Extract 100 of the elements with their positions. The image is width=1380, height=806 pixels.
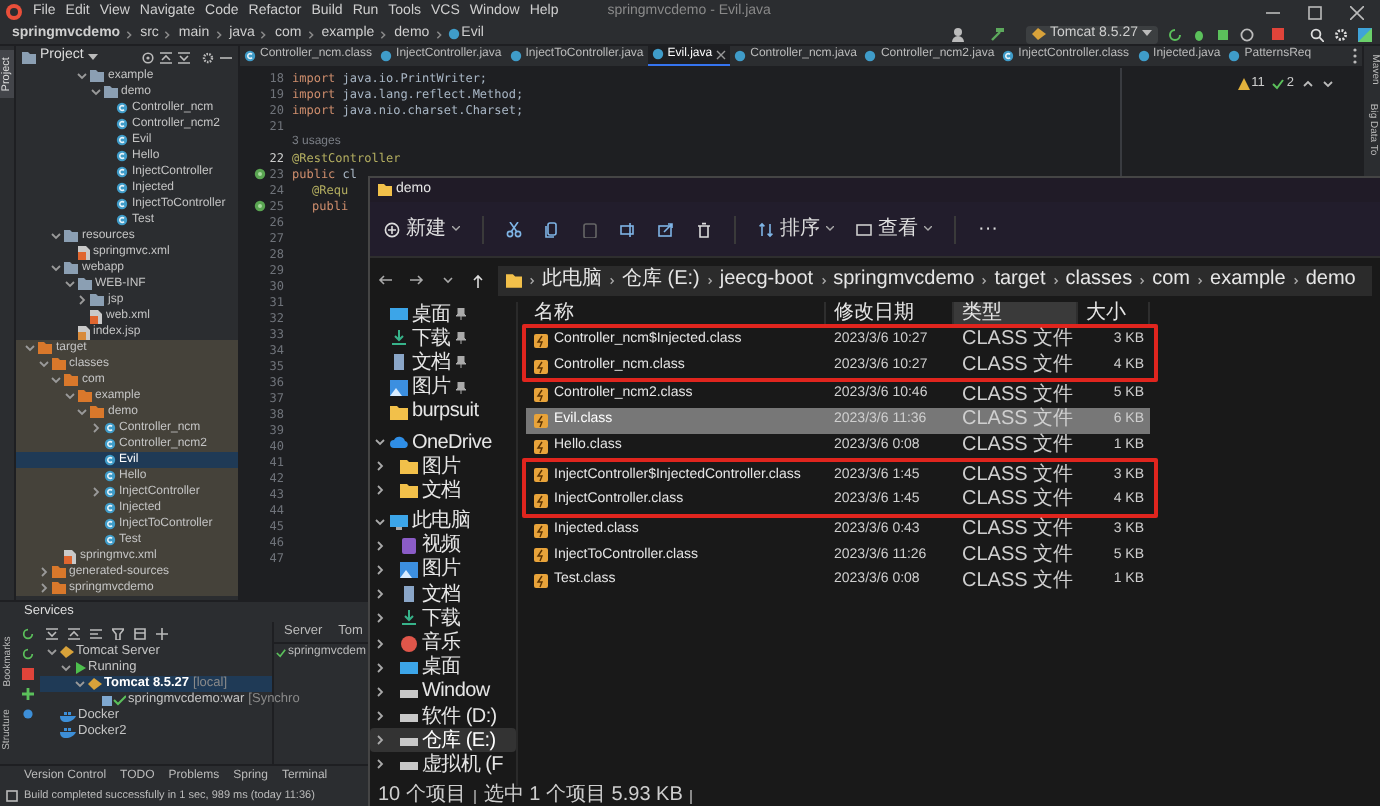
chevron-right-icon[interactable] — [374, 758, 386, 771]
path-segment[interactable]: 仓库 (E:) — [622, 268, 700, 292]
nav-item[interactable]: 图片 — [422, 558, 461, 581]
chevron-right-icon[interactable] — [89, 486, 101, 498]
bean-icon[interactable] — [253, 168, 266, 180]
user-icon[interactable] — [952, 27, 969, 41]
nav-item[interactable]: 下载 — [422, 607, 461, 630]
nav-item[interactable]: Window — [422, 680, 490, 703]
rerun-icon[interactable] — [1168, 27, 1182, 41]
chevron-down-icon[interactable] — [374, 515, 386, 528]
close-icon[interactable] — [1350, 5, 1364, 19]
column-header[interactable]: 名称 — [526, 302, 826, 324]
expand-all-icon[interactable] — [46, 627, 58, 639]
maximize-icon[interactable] — [1308, 5, 1322, 19]
hammer-icon[interactable] — [990, 27, 1005, 41]
nav-item[interactable]: 图片 — [422, 455, 461, 478]
path-segment[interactable]: target — [994, 268, 1046, 292]
nav-item[interactable]: 音乐 — [422, 632, 461, 655]
nav-item[interactable]: 桌面 — [422, 656, 461, 679]
chevron-right-icon[interactable] — [76, 294, 88, 306]
collapse-all-icon[interactable] — [160, 51, 172, 63]
collapse-all-icon[interactable] — [68, 627, 80, 639]
address-bar[interactable]: 此电脑 仓库 (E:) jeecg-boot springmvcdemo target classes com example demo — [498, 265, 1372, 295]
path-segment[interactable]: jeecg-boot — [719, 268, 814, 292]
layout-icon[interactable] — [6, 790, 18, 802]
nav-item[interactable]: 仓库 (E:) — [422, 729, 496, 752]
nav-item[interactable]: 虚拟机 (F — [422, 753, 503, 776]
update-icon[interactable] — [22, 648, 34, 660]
chevron-down-icon[interactable] — [76, 70, 88, 82]
group-icon[interactable] — [90, 627, 102, 639]
more-button[interactable]: ··· — [978, 219, 998, 239]
nav-item[interactable]: 视频 — [422, 534, 461, 557]
search-icon[interactable] — [1310, 27, 1324, 41]
nav-item[interactable]: 此电脑 — [412, 510, 471, 533]
up-icon[interactable] — [472, 273, 484, 287]
chevron-right-icon[interactable] — [374, 661, 386, 674]
chevron-up-icon[interactable] — [1302, 77, 1314, 90]
more-icon[interactable] — [1352, 48, 1358, 64]
chevron-down-icon[interactable] — [374, 436, 386, 449]
chevron-down-icon[interactable] — [50, 262, 62, 274]
chevron-right-icon[interactable] — [374, 710, 386, 723]
plugin-logo-icon[interactable] — [1358, 27, 1372, 41]
chevron-down-icon[interactable] — [60, 662, 72, 674]
chevron-down-icon[interactable] — [50, 230, 62, 242]
back-icon[interactable] — [378, 274, 392, 286]
chevron-right-icon[interactable] — [374, 612, 386, 625]
chevron-right-icon[interactable] — [374, 685, 386, 698]
bean-icon[interactable] — [253, 200, 266, 212]
close-icon[interactable] — [716, 49, 727, 59]
path-segment[interactable]: demo — [1305, 268, 1356, 292]
paste-icon[interactable] — [582, 221, 598, 237]
share-icon[interactable] — [658, 221, 674, 237]
chevron-down-icon[interactable] — [37, 358, 49, 370]
rename-icon[interactable] — [620, 221, 636, 237]
toolbar-button[interactable]: 排序 — [758, 217, 834, 241]
nav-item[interactable]: 文档 — [422, 479, 461, 502]
chevron-right-icon[interactable] — [374, 637, 386, 650]
chevron-right-icon[interactable] — [374, 539, 386, 552]
path-segment[interactable]: 此电脑 — [542, 268, 602, 292]
chevron-right-icon[interactable] — [374, 460, 386, 473]
nav-item[interactable]: OneDrive — [412, 431, 492, 454]
chevron-down-icon[interactable] — [24, 342, 36, 354]
chevron-right-icon[interactable] — [37, 582, 49, 594]
copy-icon[interactable] — [544, 221, 560, 237]
toolbar-button[interactable]: 查看 — [856, 217, 932, 241]
chevron-right-icon[interactable] — [89, 422, 101, 434]
path-segment[interactable]: springmvcdemo — [833, 268, 975, 292]
column-header[interactable]: 类型 — [954, 302, 1078, 324]
forward-icon[interactable] — [410, 274, 424, 286]
nav-item[interactable]: burpsuit — [412, 400, 479, 423]
path-segment[interactable]: classes — [1065, 268, 1133, 292]
chevron-right-icon[interactable] — [374, 484, 386, 497]
cut-icon[interactable] — [506, 221, 522, 237]
nav-item[interactable]: 下载 — [412, 327, 451, 350]
chevron-down-icon[interactable] — [50, 374, 62, 386]
nav-item[interactable]: 图片 — [412, 376, 451, 399]
chevron-down-icon[interactable] — [46, 646, 58, 658]
path-segment[interactable]: com — [1152, 268, 1191, 292]
toolbar-button[interactable]: 新建 — [384, 217, 460, 241]
nav-item[interactable]: 软件 (D:) — [422, 705, 497, 728]
chevron-down-icon[interactable] — [89, 86, 101, 98]
chevron-right-icon[interactable] — [374, 563, 386, 576]
delete-icon[interactable] — [696, 221, 712, 237]
chevron-down-icon[interactable] — [74, 678, 86, 690]
deploy-icon[interactable] — [22, 688, 34, 700]
nav-item[interactable]: 文档 — [412, 351, 451, 374]
rerun-icon[interactable] — [22, 628, 34, 640]
target-icon[interactable] — [142, 51, 154, 63]
chevron-right-icon[interactable] — [374, 734, 386, 747]
chevron-down-icon[interactable] — [63, 390, 75, 402]
add-icon[interactable] — [156, 627, 168, 639]
chevron-down-icon[interactable] — [76, 406, 88, 418]
chevron-down-icon[interactable] — [1322, 77, 1334, 90]
settings-icon[interactable] — [1334, 27, 1348, 41]
filter-icon[interactable] — [112, 627, 124, 639]
layout-icon[interactable] — [134, 627, 146, 639]
column-header[interactable]: 大小 — [1078, 302, 1150, 324]
chevron-down-icon[interactable] — [442, 274, 454, 286]
chevron-down-icon[interactable] — [63, 278, 75, 290]
nav-item[interactable]: 文档 — [422, 583, 461, 606]
